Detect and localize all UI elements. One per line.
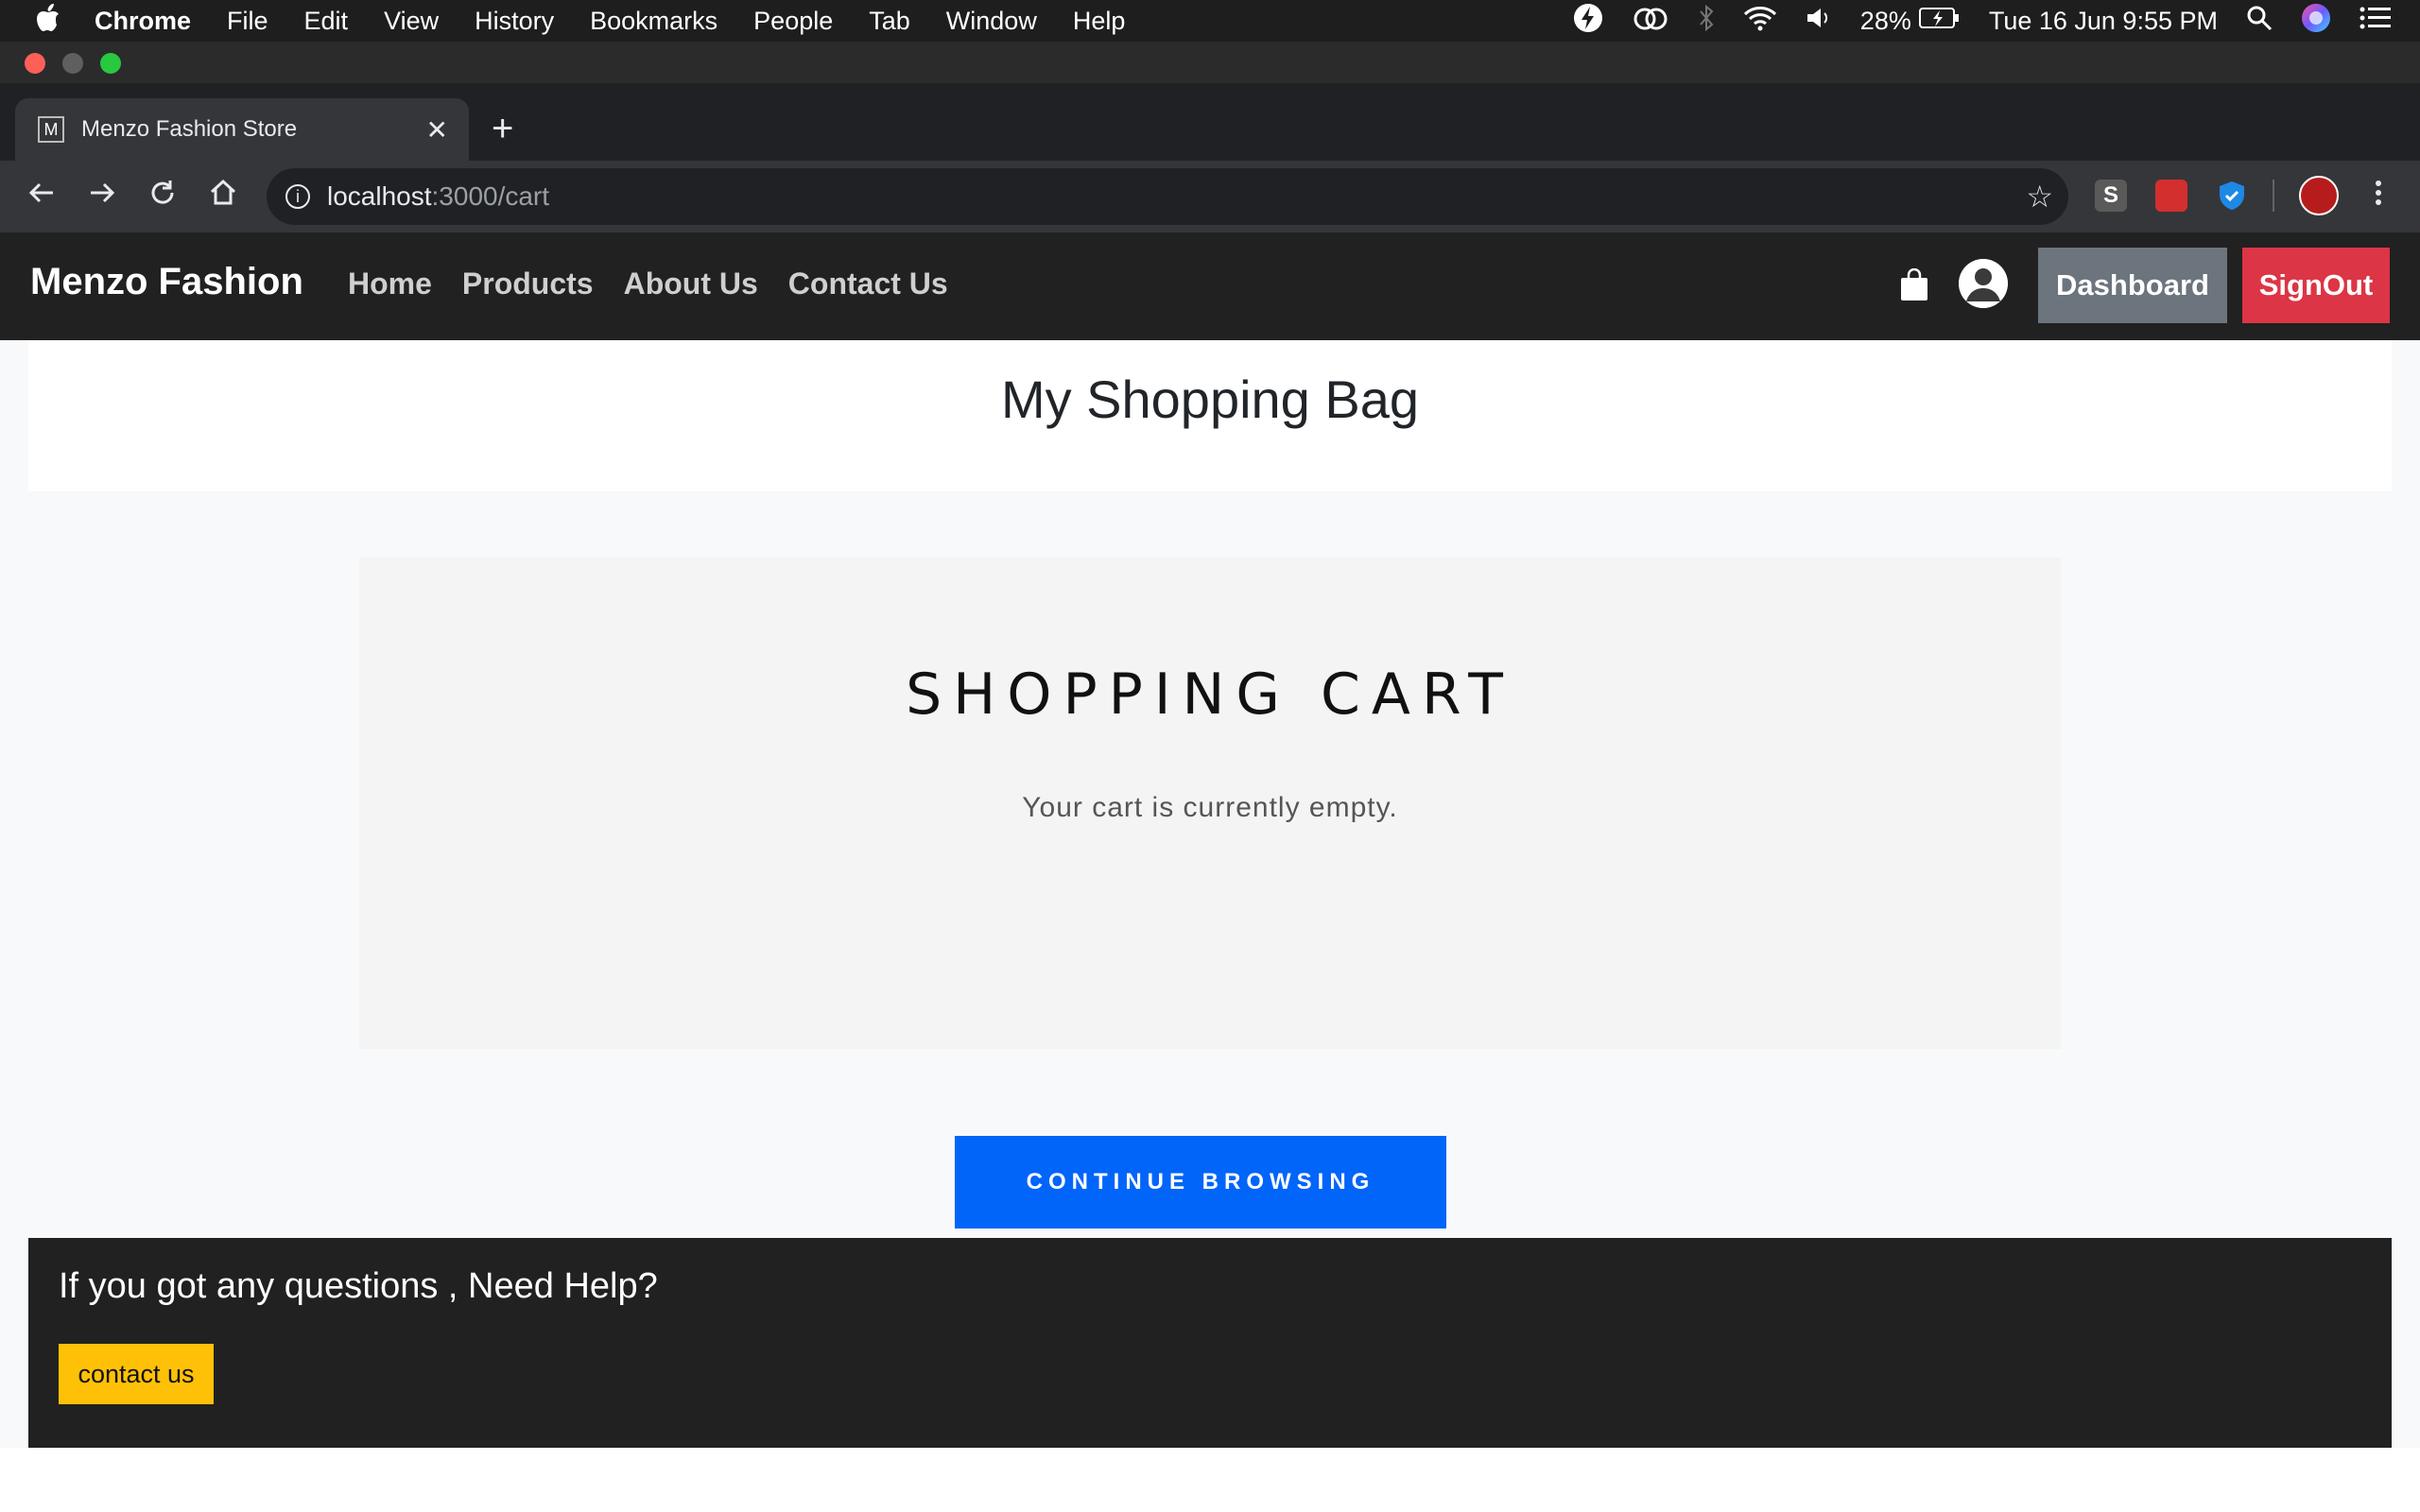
home-icon[interactable] bbox=[204, 178, 242, 216]
user-account-icon[interactable] bbox=[1959, 259, 2008, 308]
red-extension-icon[interactable] bbox=[2155, 180, 2187, 212]
new-tab-icon[interactable]: + bbox=[492, 110, 513, 147]
notification-center-icon[interactable] bbox=[2360, 6, 2392, 37]
site-nav-links: Home Products About Us Contact Us bbox=[348, 266, 978, 301]
nav-about-us[interactable]: About Us bbox=[624, 266, 758, 301]
page-title: My Shopping Bag bbox=[1000, 369, 1420, 429]
nav-products[interactable]: Products bbox=[462, 266, 594, 301]
page-viewport: Menzo Fashion Home Products About Us Con… bbox=[0, 232, 2420, 1512]
cart-title: SHOPPING CART bbox=[906, 662, 1514, 728]
menu-tab[interactable]: Tab bbox=[869, 7, 910, 36]
volume-icon[interactable] bbox=[1806, 6, 1832, 37]
contact-us-button[interactable]: contact us bbox=[59, 1344, 214, 1404]
tab-favicon: M bbox=[38, 116, 64, 143]
empty-cart-panel: SHOPPING CART Your cart is currently emp… bbox=[359, 558, 2061, 1228]
help-footer: If you got any questions , Need Help? co… bbox=[28, 1238, 2392, 1448]
window-zoom-button[interactable] bbox=[100, 53, 121, 74]
menu-view[interactable]: View bbox=[384, 7, 439, 36]
apple-menu-icon[interactable] bbox=[36, 3, 60, 39]
signout-button[interactable]: SignOut bbox=[2242, 248, 2390, 323]
tab-strip: M Menzo Fashion Store ✕ + bbox=[0, 83, 2420, 161]
menu-extras: 28% Tue 16 Jun 9:55 PM bbox=[1545, 0, 2392, 42]
tab-title: Menzo Fashion Store bbox=[81, 116, 298, 142]
dashboard-button[interactable]: Dashboard bbox=[2038, 248, 2227, 323]
kebab-menu-icon[interactable] bbox=[2360, 178, 2397, 216]
menu-app-name[interactable]: Chrome bbox=[95, 7, 191, 36]
window-close-button[interactable] bbox=[25, 53, 45, 74]
url-host: localhost bbox=[327, 181, 432, 211]
battery-charging-icon[interactable] bbox=[1918, 6, 1961, 37]
lightning-icon[interactable] bbox=[1573, 3, 1603, 40]
toolbar-divider bbox=[2273, 180, 2274, 212]
s-extension-icon[interactable]: S bbox=[2095, 180, 2127, 212]
shield-extension-icon[interactable] bbox=[2216, 180, 2248, 212]
creative-cloud-icon[interactable] bbox=[1632, 5, 1669, 38]
siri-icon[interactable] bbox=[2301, 3, 2331, 40]
menu-history[interactable]: History bbox=[475, 7, 554, 36]
shopping-bag-icon[interactable] bbox=[1900, 267, 1928, 301]
forward-arrow-icon[interactable] bbox=[83, 178, 121, 216]
bluetooth-icon[interactable] bbox=[1698, 4, 1715, 39]
menu-file[interactable]: File bbox=[227, 7, 268, 36]
page-header-card: My Shopping Bag bbox=[28, 340, 2392, 491]
reload-icon[interactable] bbox=[144, 178, 182, 216]
browser-tab[interactable]: M Menzo Fashion Store ✕ bbox=[15, 98, 469, 161]
page-bottom-area bbox=[0, 1448, 2420, 1512]
address-bar[interactable]: i localhost:3000/cart ☆ bbox=[267, 168, 2068, 225]
url-path: :3000/cart bbox=[431, 181, 550, 211]
site-navbar: Menzo Fashion Home Products About Us Con… bbox=[0, 232, 2420, 340]
menu-bookmarks[interactable]: Bookmarks bbox=[590, 7, 717, 36]
back-arrow-icon[interactable] bbox=[23, 178, 60, 216]
battery-percent: 28% bbox=[1859, 6, 1911, 35]
browser-toolbar: i localhost:3000/cart ☆ S bbox=[0, 161, 2420, 232]
menu-window[interactable]: Window bbox=[946, 7, 1037, 36]
nav-home[interactable]: Home bbox=[348, 266, 432, 301]
continue-browsing-button[interactable]: CONTINUE BROWSING bbox=[955, 1136, 1446, 1228]
window-titlebar bbox=[0, 42, 2420, 83]
nav-contact-us[interactable]: Contact Us bbox=[788, 266, 948, 301]
help-question: If you got any questions , Need Help? bbox=[59, 1266, 658, 1306]
site-brand[interactable]: Menzo Fashion bbox=[30, 261, 303, 303]
profile-avatar[interactable] bbox=[2299, 176, 2339, 215]
tab-close-icon[interactable]: ✕ bbox=[426, 114, 448, 146]
menu-clock[interactable]: Tue 16 Jun 9:55 PM bbox=[1989, 7, 2218, 36]
menu-edit[interactable]: Edit bbox=[304, 7, 349, 36]
menu-people[interactable]: People bbox=[753, 7, 833, 36]
menu-help[interactable]: Help bbox=[1073, 7, 1126, 36]
site-info-icon[interactable]: i bbox=[285, 184, 310, 209]
spotlight-search-icon[interactable] bbox=[2246, 5, 2273, 38]
macos-menu-bar: Chrome File Edit View History Bookmarks … bbox=[0, 0, 2420, 42]
bookmark-star-icon[interactable]: ☆ bbox=[2026, 179, 2053, 215]
window-minimize-button[interactable] bbox=[62, 53, 83, 74]
cart-empty-message: Your cart is currently empty. bbox=[1022, 792, 1398, 823]
wifi-icon[interactable] bbox=[1743, 5, 1777, 38]
